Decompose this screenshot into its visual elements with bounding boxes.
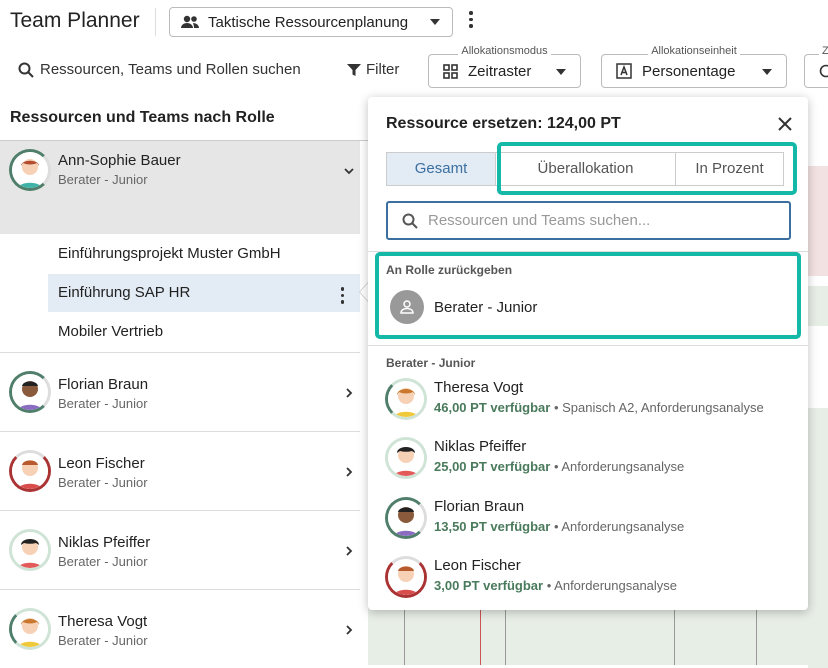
chevron-down-icon	[762, 69, 772, 75]
chevron-right-icon[interactable]	[344, 625, 354, 635]
letter-a-icon	[616, 63, 632, 79]
avatar	[388, 440, 424, 476]
gantt-bar	[808, 408, 828, 668]
avatar	[388, 500, 424, 536]
project-item-active[interactable]: Einführung SAP HR	[48, 274, 360, 312]
search-icon	[402, 213, 418, 229]
resource-role: Berater - Junior	[58, 633, 148, 648]
left-panel-title: Ressourcen und Teams nach Rolle	[10, 109, 275, 127]
candidate-availability: 3,00 PT verfügbar	[434, 578, 543, 593]
filter-icon	[347, 63, 361, 77]
candidate-skills: Anforderungsanalyse	[561, 459, 684, 474]
grid-icon	[443, 64, 458, 79]
candidate-details: 3,00 PT verfügbar • Anforderungsanalyse	[434, 578, 677, 593]
allocation-mode-select[interactable]: Allokationsmodus Zeitraster	[428, 54, 581, 88]
chevron-down-icon	[430, 19, 440, 25]
highlight-frame	[375, 252, 801, 339]
avatar	[12, 152, 48, 188]
allocation-unit-value: Personentage	[642, 63, 735, 80]
resource-role: Berater - Junior	[58, 554, 148, 569]
candidate-item[interactable]: Leon Fischer 3,00 PT verfügbar • Anforde…	[386, 555, 796, 611]
resource-row[interactable]: Niklas Pfeiffer Berater - Junior	[0, 511, 360, 589]
tab-total[interactable]: Gesamt	[387, 153, 495, 185]
avatar	[388, 381, 424, 417]
resource-role: Berater - Junior	[58, 475, 148, 490]
resource-name: Niklas Pfeiffer	[58, 534, 150, 551]
popup-search-input[interactable]	[428, 212, 758, 229]
avatar	[12, 374, 48, 410]
gantt-bar	[808, 286, 828, 326]
popup-search-field[interactable]	[386, 201, 791, 240]
chevron-down-icon	[556, 69, 566, 75]
toolbar: Ressourcen, Teams und Rollen suchen Filt…	[0, 44, 828, 98]
allocation-mode-value: Zeitraster	[468, 63, 531, 80]
resource-name: Florian Braun	[58, 376, 148, 393]
allocation-mode-label: Allokationsmodus	[458, 45, 550, 57]
candidate-name: Theresa Vogt	[434, 379, 523, 396]
zoom-icon	[819, 64, 828, 78]
chevron-right-icon[interactable]	[344, 467, 354, 477]
resource-row[interactable]: Florian Braun Berater - Junior	[0, 353, 360, 431]
plan-select[interactable]: Taktische Ressourcenplanung	[169, 7, 453, 37]
app-title: Team Planner	[10, 9, 140, 33]
third-select[interactable]: Z	[804, 54, 828, 88]
candidate-name: Leon Fischer	[434, 557, 521, 574]
resource-name: Theresa Vogt	[58, 613, 147, 630]
avatar	[12, 532, 48, 568]
divider	[155, 8, 156, 36]
candidate-name: Florian Braun	[434, 498, 524, 515]
more-options-icon[interactable]	[465, 11, 477, 33]
third-select-label: Z	[819, 45, 828, 57]
resource-role: Berater - Junior	[58, 172, 148, 187]
candidate-skills: Spanisch A2, Anforderungsanalyse	[562, 400, 764, 415]
candidate-availability: 13,50 PT verfügbar	[434, 519, 550, 534]
resource-row-selected[interactable]: Ann-Sophie Bauer Berater - Junior	[0, 141, 360, 234]
plan-select-value: Taktische Ressourcenplanung	[208, 14, 408, 31]
replace-resource-popup: Ressource ersetzen: 124,00 PT Gesamt Übe…	[368, 97, 808, 610]
gantt-edge	[808, 98, 828, 665]
popup-title: Ressource ersetzen: 124,00 PT	[386, 115, 621, 133]
candidate-name: Niklas Pfeiffer	[434, 438, 526, 455]
candidate-item[interactable]: Theresa Vogt 46,00 PT verfügbar • Spanis…	[386, 377, 796, 433]
search-resources-button[interactable]: Ressourcen, Teams und Rollen suchen	[18, 61, 301, 78]
candidate-skills: Anforderungsanalyse	[554, 578, 677, 593]
candidates-section-label: Berater - Junior	[386, 356, 475, 370]
candidate-item[interactable]: Florian Braun 13,50 PT verfügbar • Anfor…	[386, 496, 796, 552]
candidate-skills: Anforderungsanalyse	[561, 519, 684, 534]
candidate-details: 13,50 PT verfügbar • Anforderungsanalyse	[434, 519, 684, 534]
gantt-bar	[808, 166, 828, 276]
project-item-label: Einführung SAP HR	[58, 284, 190, 301]
avatar	[12, 611, 48, 647]
top-bar: Team Planner Taktische Ressourcenplanung	[0, 0, 828, 44]
allocation-unit-label: Allokationseinheit	[648, 45, 740, 57]
candidate-availability: 25,00 PT verfügbar	[434, 459, 550, 474]
search-icon	[18, 62, 34, 78]
project-item[interactable]: Einführungsprojekt Muster GmbH	[0, 235, 360, 273]
people-icon	[180, 15, 200, 29]
resource-role: Berater - Junior	[58, 396, 148, 411]
chevron-down-icon[interactable]	[344, 166, 354, 176]
divider	[368, 345, 808, 346]
close-icon[interactable]	[778, 117, 792, 131]
resource-name: Ann-Sophie Bauer	[58, 152, 181, 169]
filter-label: Filter	[366, 61, 399, 78]
candidate-details: 46,00 PT verfügbar • Spanisch A2, Anford…	[434, 400, 764, 415]
resource-row[interactable]: Theresa Vogt Berater - Junior	[0, 590, 360, 668]
filter-button[interactable]: Filter	[347, 61, 399, 78]
chevron-right-icon[interactable]	[344, 546, 354, 556]
candidate-details: 25,00 PT verfügbar • Anforderungsanalyse	[434, 459, 684, 474]
avatar	[12, 453, 48, 489]
search-resources-label: Ressourcen, Teams und Rollen suchen	[40, 61, 301, 78]
highlight-frame	[497, 142, 797, 195]
candidate-availability: 46,00 PT verfügbar	[434, 400, 550, 415]
candidate-item[interactable]: Niklas Pfeiffer 25,00 PT verfügbar • Anf…	[386, 436, 796, 492]
project-item[interactable]: Mobiler Vertrieb	[0, 313, 360, 351]
allocation-unit-select[interactable]: Allokationseinheit Personentage	[601, 54, 787, 88]
chevron-right-icon[interactable]	[344, 388, 354, 398]
more-options-icon[interactable]	[341, 287, 345, 304]
avatar	[388, 559, 424, 595]
resource-name: Leon Fischer	[58, 455, 145, 472]
resource-row[interactable]: Leon Fischer Berater - Junior	[0, 432, 360, 510]
